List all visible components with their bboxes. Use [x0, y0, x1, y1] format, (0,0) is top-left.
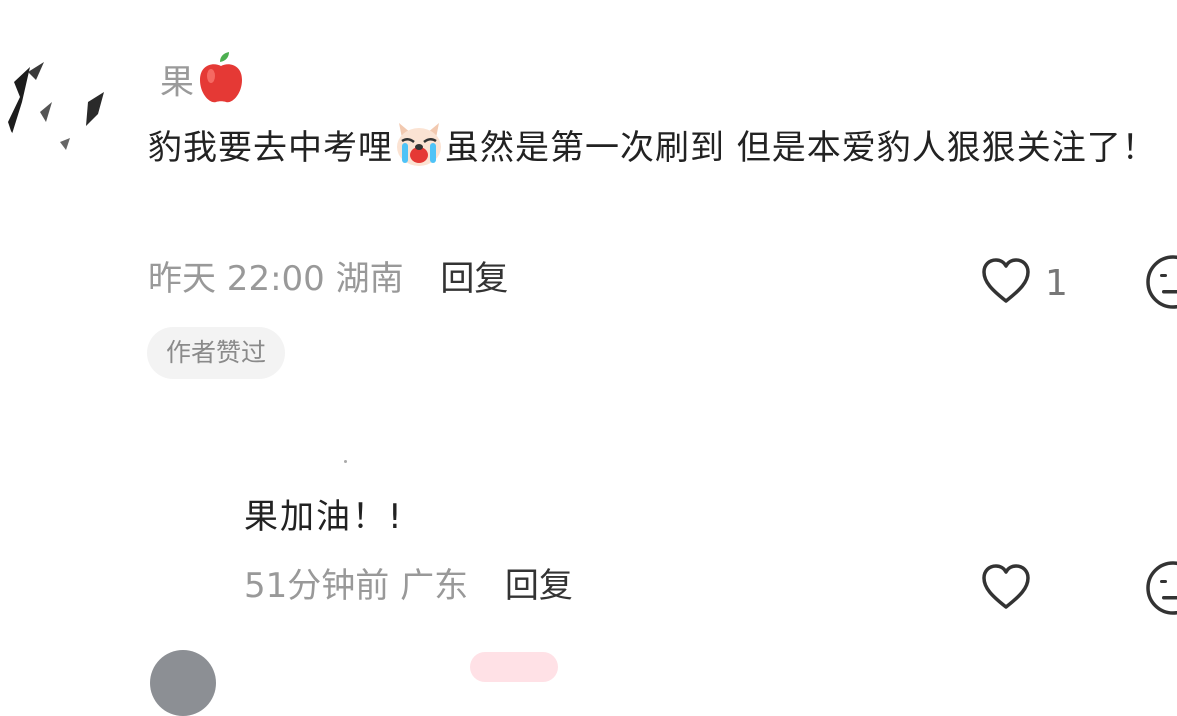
dislike-button[interactable] — [1143, 254, 1177, 314]
tag-pill — [470, 652, 558, 682]
reply-time: 51分钟前 — [244, 566, 390, 606]
comment-location: 湖南 — [335, 259, 404, 299]
reply-button[interactable]: 回复 — [505, 566, 573, 606]
comment-time: 昨天 22:00 — [148, 259, 325, 299]
heart-icon — [982, 258, 1030, 303]
comment-text-part2: 虽然是第一次刷到 但是本爱豹人狠狠关注了！ — [445, 128, 1157, 168]
like-button[interactable] — [980, 257, 1032, 309]
neutral-face-icon — [1146, 561, 1177, 615]
avatar[interactable] — [0, 42, 112, 154]
reply-avatar[interactable] — [344, 460, 347, 463]
reply-meta: 51分钟前 广东 回复 — [244, 566, 573, 606]
comment-username[interactable]: 果 — [160, 52, 246, 116]
comment-text[interactable]: 豹我要去中考哩 虽然是第一次刷到 但是本爱豹人狠狠关注了！ — [148, 118, 1177, 178]
neutral-face-icon — [1146, 255, 1177, 309]
heart-icon — [982, 564, 1030, 609]
reply-text[interactable]: 果加油！! — [244, 494, 404, 540]
reply-like-button[interactable] — [980, 563, 1032, 615]
crying-dog-icon — [393, 119, 445, 169]
like-count: 1 — [1045, 263, 1068, 304]
author-liked-badge: 作者赞过 — [147, 327, 286, 379]
apple-icon — [196, 52, 246, 116]
reply-dislike-button[interactable] — [1143, 560, 1177, 620]
reply-location: 广东 — [400, 566, 469, 606]
reply-button[interactable]: 回复 — [440, 259, 508, 299]
avatar[interactable] — [150, 650, 216, 716]
username-text[interactable]: 果 — [160, 63, 194, 103]
comment-meta: 昨天 22:00 湖南 回复 — [148, 259, 508, 299]
comment-text-part1: 豹我要去中考哩 — [148, 128, 393, 168]
